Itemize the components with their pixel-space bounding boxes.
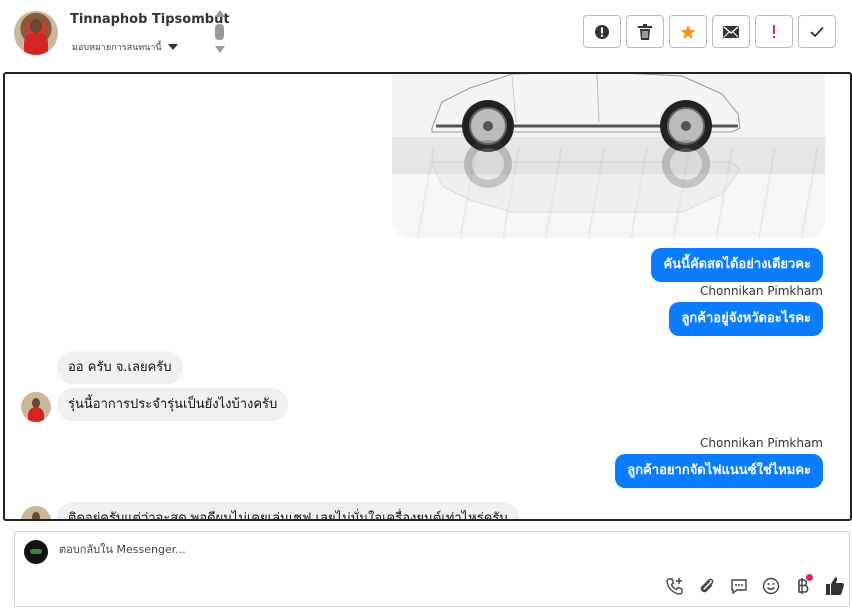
delete-button[interactable] <box>626 15 664 48</box>
contact-avatar-small <box>21 506 51 519</box>
phone-plus-icon <box>666 578 683 595</box>
checkmark-icon <box>810 26 824 37</box>
chevron-down-icon <box>167 44 178 50</box>
notification-dot <box>806 574 813 581</box>
contact-avatar-small <box>21 392 51 422</box>
contact-name[interactable]: Tinnaphob Tipsombut <box>70 12 230 27</box>
star-icon <box>680 24 696 39</box>
message-outgoing[interactable]: คันนี้คัดสดได้อย่างเดียวคะ <box>651 248 823 282</box>
message-sender: Chonnikan Pimkham <box>700 284 823 298</box>
page-logo <box>30 549 42 554</box>
message-incoming[interactable]: รุ่นนี้อาการประจำรุ่นเป็นยังไงบ้างครับ <box>57 388 289 421</box>
contact-avatar[interactable] <box>14 11 58 55</box>
page-avatar <box>24 540 48 564</box>
call-button[interactable] <box>663 574 687 598</box>
assign-dropdown[interactable]: มอบหมายการสนทนานี้ <box>72 40 178 54</box>
arrow-up-icon[interactable] <box>215 10 225 17</box>
message-outgoing[interactable]: ลูกค้าอยากจัดไฟแนนซ์ใช่ไหมคะ <box>615 454 823 488</box>
message-incoming[interactable]: ออ ครับ จ.เลยครับ <box>57 351 183 384</box>
mark-unread-button[interactable] <box>712 15 750 48</box>
message-outgoing[interactable]: ลูกค้าอยู่จังหวัดอะไรคะ <box>669 302 823 336</box>
smiley-icon <box>762 577 780 595</box>
reply-input[interactable] <box>59 543 659 556</box>
message-sender: Chonnikan Pimkham <box>700 436 823 450</box>
like-button[interactable] <box>823 574 847 598</box>
important-button[interactable] <box>755 15 793 48</box>
done-button[interactable] <box>798 15 836 48</box>
conversation-header: Tinnaphob Tipsombut มอบหมายการสนทนานี้ <box>0 0 852 72</box>
conversation-toolbar <box>583 15 836 48</box>
alert-circle-icon <box>595 24 609 39</box>
spam-button[interactable] <box>583 15 621 48</box>
emoji-button[interactable] <box>759 574 783 598</box>
assign-label: มอบหมายการสนทนานี้ <box>72 43 162 53</box>
car-illustration <box>431 74 741 213</box>
star-button[interactable] <box>669 15 707 48</box>
message-incoming[interactable]: ติดอยู่ครับแต่ว่าจะสด พอดีผมไม่เคยเล่นเช… <box>57 502 519 519</box>
conversation-stepper[interactable] <box>213 10 227 56</box>
exclamation-icon <box>773 24 775 38</box>
avatar-shirt <box>24 33 48 55</box>
payment-button[interactable] <box>791 574 815 598</box>
saved-replies-button[interactable] <box>727 574 751 598</box>
reply-actions <box>663 574 847 598</box>
attach-button[interactable] <box>695 574 719 598</box>
avatar-head <box>32 512 40 519</box>
paperclip-icon <box>700 578 714 593</box>
avatar-head <box>30 19 42 33</box>
envelope-icon <box>723 25 739 38</box>
chat-bubble-icon <box>731 579 747 595</box>
attached-car-photo[interactable] <box>392 74 825 238</box>
arrow-down-icon[interactable] <box>215 46 225 53</box>
reply-composer <box>14 531 850 607</box>
thumbs-up-icon <box>826 577 844 595</box>
stepper-handle <box>215 24 224 40</box>
avatar-shirt <box>28 407 44 422</box>
trash-icon <box>638 23 652 40</box>
message-thread[interactable]: คันนี้คัดสดได้อย่างเดียวคะ Chonnikan Pim… <box>3 72 852 521</box>
